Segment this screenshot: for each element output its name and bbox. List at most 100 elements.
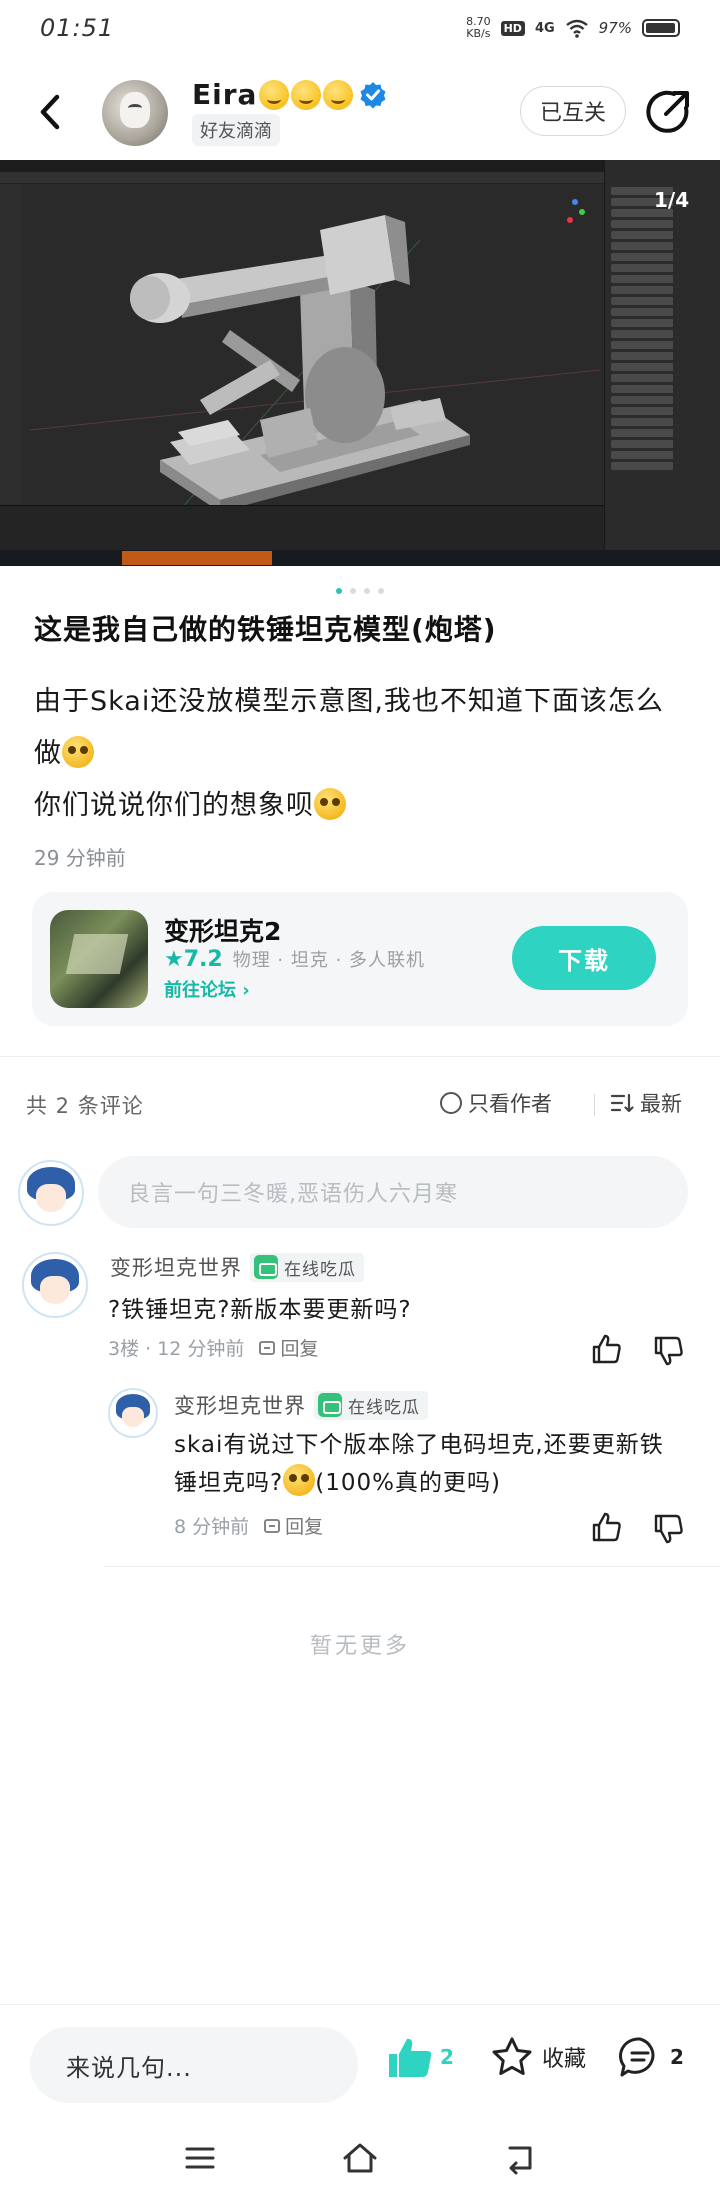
favorite-button[interactable]: 收藏 xyxy=(490,2035,586,2079)
gamepad-icon xyxy=(254,1255,278,1279)
device-tag: 在线吃瓜 xyxy=(250,1252,364,1282)
author-only-toggle[interactable]: 只看作者 xyxy=(440,1088,552,1118)
commenter-avatar[interactable] xyxy=(22,1252,88,1318)
image-carousel[interactable]: 1/4 xyxy=(0,160,720,566)
bottom-comment-input[interactable]: 来说几句... xyxy=(30,2027,358,2103)
device-label: 在线吃瓜 xyxy=(348,1397,420,1418)
windows-taskbar xyxy=(0,550,720,566)
status-indicators: 8.70 KB/s HD 4G 97% xyxy=(466,16,680,40)
home-icon[interactable] xyxy=(340,2138,380,2178)
blender-timeline xyxy=(0,505,604,550)
comment-text: ?铁锤坦克?新版本要更新吗? xyxy=(108,1297,412,1323)
commenter-name-row: 变形坦克世界 在线吃瓜 xyxy=(110,1252,364,1282)
post-title: 这是我自己做的铁锤坦克模型(炮塔) xyxy=(34,613,497,646)
reply-divider xyxy=(104,1566,720,1567)
tank-model-image xyxy=(29,199,601,512)
reply-text: skai有说过下个版本除了电码坦克,还要更新铁锤坦克吗? (100%真的更吗) xyxy=(174,1432,664,1496)
share-icon[interactable] xyxy=(644,88,692,136)
blender-properties-panel xyxy=(604,160,720,550)
reply-icon xyxy=(264,1518,281,1533)
forum-link[interactable]: 前往论坛 › xyxy=(164,976,250,1002)
thumbs-up-filled-icon xyxy=(389,2038,432,2077)
back-button[interactable] xyxy=(30,90,70,134)
download-button[interactable]: 下载 xyxy=(512,926,656,990)
thumbs-up-icon[interactable] xyxy=(590,1332,624,1366)
bottom-action-bar: 来说几句... 2 收藏 2 xyxy=(0,2004,720,2122)
post-body-line: 由于Skai还没放模型示意图,我也不知道下面该怎么做 xyxy=(34,686,664,769)
author-name: Eira xyxy=(192,78,258,111)
section-divider xyxy=(0,1056,720,1057)
my-avatar xyxy=(18,1160,84,1226)
carousel-dot[interactable] xyxy=(350,588,356,594)
thumbs-up-icon[interactable] xyxy=(590,1510,624,1544)
commenter-name[interactable]: 变形坦克世界 xyxy=(110,1252,242,1282)
battery-percent: 97% xyxy=(598,19,632,37)
comment-input[interactable]: 良言一句三冬暖,恶语伤人六月寒 xyxy=(98,1156,688,1228)
game-tags: 物理 · 坦克 · 多人联机 xyxy=(232,950,426,971)
reply-author-row: 变形坦克世界 在线吃瓜 xyxy=(174,1390,428,1420)
like-button[interactable]: 2 xyxy=(386,2035,454,2079)
page-indicator: 1/4 xyxy=(654,188,690,212)
author-avatar[interactable] xyxy=(102,80,168,146)
game-meta: ★7.2 物理 · 坦克 · 多人联机 xyxy=(164,946,425,972)
comment-button[interactable]: 2 xyxy=(618,2035,684,2079)
status-bar: 01:51 8.70 KB/s HD 4G 97% xyxy=(0,0,720,60)
grimace-emoji-icon xyxy=(283,1464,316,1496)
sort-label: 最新 xyxy=(640,1092,682,1116)
awkward-emoji-icon xyxy=(62,736,94,768)
mutual-follow-button[interactable]: 已互关 xyxy=(520,86,626,136)
like-count: 2 xyxy=(440,2045,454,2069)
battery-icon xyxy=(642,19,680,37)
carousel-dot[interactable] xyxy=(378,588,384,594)
reply-button[interactable]: 回复 xyxy=(258,1334,318,1361)
comment-bubble-icon xyxy=(619,2037,655,2077)
device-tag: 在线吃瓜 xyxy=(314,1390,428,1420)
carousel-dot[interactable] xyxy=(336,588,342,594)
carousel-dot[interactable] xyxy=(364,588,370,594)
game-icon xyxy=(50,910,148,1008)
device-label: 在线吃瓜 xyxy=(284,1259,356,1280)
hug-emoji-icon xyxy=(323,79,354,110)
comments-count: 共 2 条评论 xyxy=(26,1094,144,1118)
thumbs-down-icon[interactable] xyxy=(652,1512,686,1546)
no-more-label: 暂无更多 xyxy=(309,1634,410,1659)
game-card[interactable]: 变形坦克2 ★7.2 物理 · 坦克 · 多人联机 前往论坛 › 下载 xyxy=(32,892,688,1026)
network-speed: 8.70 KB/s xyxy=(466,15,491,40)
comment-floor-time: 3楼 · 12 分钟前 xyxy=(108,1338,245,1360)
post-header: Eira 好友滴滴 已互关 xyxy=(0,60,720,160)
author-only-label: 只看作者 xyxy=(468,1092,552,1116)
thumbs-down-icon[interactable] xyxy=(652,1334,686,1368)
menu-icon[interactable] xyxy=(182,2140,218,2176)
favorite-label: 收藏 xyxy=(542,2047,587,2072)
post-body: 由于Skai还没放模型示意图,我也不知道下面该怎么做 你们说说你们的想象呗 xyxy=(34,676,684,832)
silly-emoji-icon xyxy=(314,788,346,820)
system-nav-bar xyxy=(0,2122,720,2203)
chevron-left-icon xyxy=(40,94,60,130)
author-name-row[interactable]: Eira xyxy=(192,78,387,111)
wifi-icon xyxy=(565,19,588,38)
carousel-dots xyxy=(0,588,720,594)
hd-icon: HD xyxy=(500,20,525,36)
gamepad-icon xyxy=(318,1393,342,1417)
reply-button[interactable]: 回复 xyxy=(263,1512,323,1539)
verified-badge-icon xyxy=(360,81,386,108)
system-back-icon[interactable] xyxy=(502,2140,538,2176)
signal-icon: 4G xyxy=(534,20,555,36)
radio-icon xyxy=(440,1092,462,1114)
reply-avatar[interactable] xyxy=(108,1388,158,1438)
reply-time: 8 分钟前 xyxy=(174,1516,250,1538)
sort-button[interactable]: 最新 xyxy=(610,1088,682,1118)
friend-tag: 好友滴滴 xyxy=(192,114,280,146)
star-icon xyxy=(492,2037,532,2075)
hug-emoji-icon xyxy=(291,79,322,110)
comment-meta: 3楼 · 12 分钟前 回复 xyxy=(108,1334,318,1361)
reply-icon xyxy=(259,1340,276,1355)
reply-author[interactable]: 变形坦克世界 xyxy=(174,1390,306,1420)
game-name: 变形坦克2 xyxy=(164,917,282,946)
status-time: 01:51 xyxy=(40,14,115,42)
post-time: 29 分钟前 xyxy=(34,846,126,870)
sort-icon xyxy=(610,1093,634,1113)
post-body-line: 你们说说你们的想象呗 xyxy=(34,790,314,821)
comment-count: 2 xyxy=(670,2045,684,2069)
hug-emoji-icon xyxy=(259,79,290,110)
